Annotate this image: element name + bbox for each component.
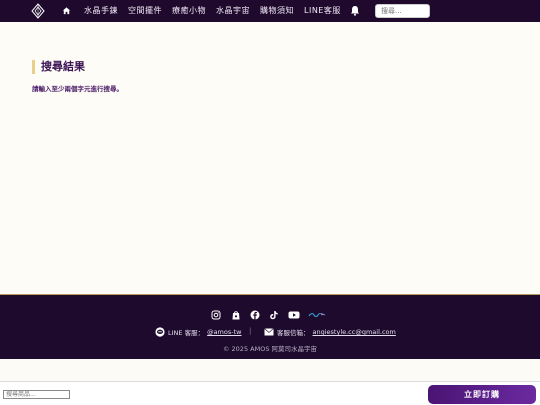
- order-now-button[interactable]: 立即訂購: [428, 385, 536, 404]
- main-content: 搜尋結果 請輸入至少兩個字元進行搜尋。: [0, 22, 540, 294]
- brand-logo-icon[interactable]: [31, 3, 45, 19]
- search-hint-message: 請輸入至少兩個字元進行搜尋。: [32, 85, 123, 93]
- email-link[interactable]: angiestyle.cc@gmail.com: [313, 328, 396, 336]
- line-label: LINE 客服：: [168, 329, 205, 337]
- mail-icon: [264, 328, 274, 336]
- line-icon: [155, 327, 165, 337]
- bottom-bar: 立即訂購: [0, 381, 540, 405]
- copyright: © 2025 AMOS 阿莫司水晶宇宙: [222, 345, 318, 353]
- email-label: 客服信箱：: [277, 329, 310, 337]
- nav-item-crystal-universe[interactable]: 水晶宇宙: [216, 6, 250, 16]
- shop-bag-icon[interactable]: [231, 310, 241, 320]
- line-contact: LINE 客服： @amos-tw: [155, 327, 241, 337]
- nav-item-bracelets[interactable]: 水晶手鍊: [84, 6, 118, 16]
- instagram-icon[interactable]: [211, 310, 221, 320]
- pinkoi-icon[interactable]: [308, 310, 326, 320]
- nav-item-line-support[interactable]: LINE客服: [304, 6, 341, 16]
- page-title: 搜尋結果: [32, 60, 85, 74]
- tiktok-icon[interactable]: [269, 310, 279, 320]
- footer: LINE 客服： @amos-tw | 客服信箱： angiestyle.cc@gm…: [0, 294, 540, 359]
- search-input[interactable]: [375, 4, 430, 18]
- facebook-icon[interactable]: [250, 310, 260, 320]
- product-search-input[interactable]: [3, 390, 70, 399]
- line-id-link[interactable]: @amos-tw: [207, 328, 241, 336]
- nav-item-space-decor[interactable]: 空間擺件: [128, 6, 162, 16]
- top-nav: 水晶手鍊 空間擺件 療癒小物 水晶宇宙 購物須知 LINE客服: [0, 0, 540, 22]
- contact-divider: |: [249, 327, 252, 335]
- nav-item-shopping-info[interactable]: 購物須知: [260, 6, 294, 16]
- home-icon[interactable]: [62, 6, 71, 15]
- nav-item-healing-items[interactable]: 療癒小物: [172, 6, 206, 16]
- bell-icon[interactable]: [350, 5, 360, 16]
- email-contact: 客服信箱： angiestyle.cc@gmail.com: [264, 327, 396, 337]
- youtube-icon[interactable]: [288, 310, 300, 320]
